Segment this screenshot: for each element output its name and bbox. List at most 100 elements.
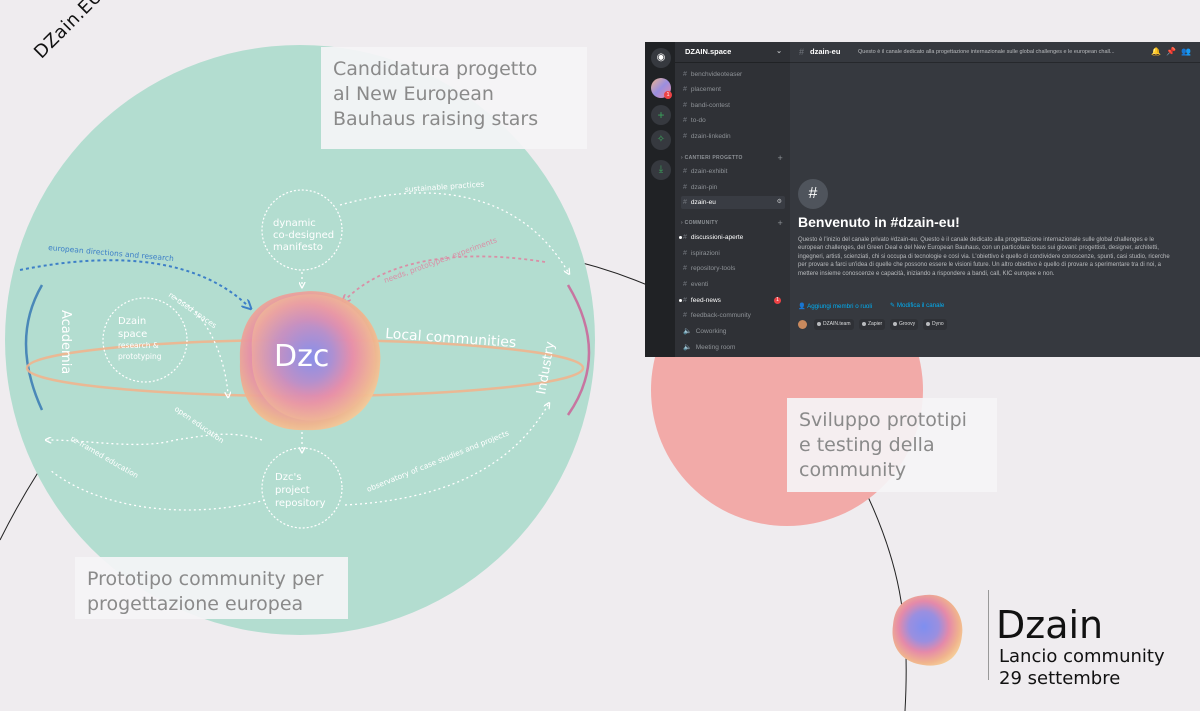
channel-sidebar: DZAIN.space ⌄ # benchvideoteaser # placemen… <box>675 42 790 357</box>
channel-label: feed-news <box>690 297 721 304</box>
callout-line: Bauhaus raising stars <box>333 108 539 130</box>
repository-line2: project <box>275 485 310 496</box>
bot-chip[interactable]: Zapier <box>859 319 886 330</box>
topbar-channel-name: dzain-eu <box>810 47 841 56</box>
channel-label: benchvideoteaser <box>690 71 743 78</box>
download-icon[interactable]: ⤓ <box>651 160 671 180</box>
channel-item[interactable]: # bandi-contest <box>683 99 785 112</box>
manifesto-line3: manifesto <box>273 242 323 253</box>
pin-icon[interactable]: 📌 <box>1166 47 1181 56</box>
bot-chip[interactable]: DZAIN.team <box>814 319 854 330</box>
category-community[interactable]: › COMMUNITY + <box>681 218 785 228</box>
hash-icon: # <box>799 47 805 57</box>
bot-name: Zapier <box>868 321 883 327</box>
channel-item[interactable]: # dzain-pin <box>683 181 785 194</box>
channel-item[interactable]: # dzain-exhibit <box>683 165 785 178</box>
channel-item[interactable]: # dzain-linkedin <box>683 130 785 143</box>
callout-line: Prototipo community per <box>87 568 324 590</box>
discord-window: ◉ 1 + ✧ ⤓ DZAIN.space ⌄ # benchvideoteaser… <box>645 42 1200 357</box>
hash-icon: # <box>683 234 687 241</box>
channel-item[interactable]: # to-do <box>683 114 785 127</box>
hash-icon: # <box>683 168 687 175</box>
hash-icon: # <box>683 265 687 272</box>
edit-channel-link[interactable]: ✎ Modifica il canale <box>890 302 944 309</box>
channel-label: bandi-contest <box>690 102 730 109</box>
callout-prototipo: Prototipo community per progettazione eu… <box>75 557 348 619</box>
channel-item[interactable]: # eventi <box>683 278 785 291</box>
callout-candidatura: Candidatura progetto al New European Bau… <box>321 47 587 149</box>
launch-date: 29 settembre <box>999 668 1121 689</box>
speaker-icon: 🔈 <box>683 328 692 335</box>
hash-icon: # <box>683 312 687 319</box>
discord-home-icon[interactable]: ◉ <box>651 48 671 68</box>
launch-line: Lancio community <box>999 646 1165 667</box>
chevron-down-icon: ⌄ <box>776 48 782 55</box>
topbar-icons[interactable]: 🔔📌👥 <box>1151 42 1196 62</box>
channel-main: # dzain-eu Questo è il canale dedicato a… <box>790 42 1200 357</box>
repository-line3: repository <box>275 498 326 509</box>
callout-sviluppo: Sviluppo prototipi e testing della commu… <box>787 398 997 492</box>
bell-icon[interactable]: 🔔 <box>1151 47 1166 56</box>
channel-item[interactable]: # feed-news 1 <box>679 294 785 307</box>
server-header[interactable]: DZAIN.space ⌄ <box>675 42 790 63</box>
channel-topbar: # dzain-eu Questo è il canale dedicato a… <box>790 42 1200 63</box>
channel-label: placement <box>690 86 721 93</box>
add-server-icon[interactable]: + <box>651 105 671 125</box>
hash-icon: # <box>683 297 687 304</box>
callout-line: progettazione europea <box>87 593 304 615</box>
callout-line: Candidatura progetto <box>333 58 538 80</box>
launch-text: Lancio community 29 settembre <box>999 646 1165 690</box>
hash-icon: # <box>683 281 687 288</box>
hash-icon: # <box>683 133 687 140</box>
voice-channel-item[interactable]: 🔈 Meeting room <box>683 341 785 354</box>
channel-label: to-do <box>690 117 706 124</box>
server-name: DZAIN.space <box>685 47 732 56</box>
add-channel-icon[interactable]: + <box>777 218 783 228</box>
channel-item[interactable]: # ispirazioni <box>683 247 785 260</box>
repository-line1: Dzc's <box>275 472 301 483</box>
channel-item-active[interactable]: # dzain-eu ⚙ <box>681 196 785 209</box>
callout-line: community <box>799 459 907 481</box>
mention-badge: 1 <box>774 297 781 304</box>
add-members-link[interactable]: 👤 Aggiungi membri o ruoli <box>798 302 872 310</box>
explore-icon[interactable]: ✧ <box>651 130 671 150</box>
channel-item[interactable]: # discussioni-aperte <box>679 231 785 244</box>
space-line1: Dzain <box>118 316 146 327</box>
edit-channel-label: Modifica il canale <box>896 302 945 309</box>
bot-chip[interactable]: Dyno <box>923 319 947 330</box>
welcome-title: Benvenuto in #dzain-eu! <box>798 214 960 230</box>
callout-line: Sviluppo prototipi <box>799 409 967 431</box>
category-label: CANTIERI PROGETTO <box>684 155 743 161</box>
settings-icon[interactable]: ⚙ <box>777 196 782 209</box>
space-line4: prototyping <box>118 352 162 361</box>
bot-chip[interactable]: Groovy <box>890 319 919 330</box>
channel-label: Meeting room <box>695 344 736 351</box>
channel-label: dzain-linkedin <box>690 133 731 140</box>
hash-icon: # <box>683 117 687 124</box>
center-label: Dzc <box>274 339 330 374</box>
logo-wordmark: Dzain <box>996 603 1104 647</box>
welcome-description: Questo è l'inizio del canale privato #dz… <box>798 237 1170 277</box>
category-label: COMMUNITY <box>684 220 719 226</box>
topbar-topic[interactable]: Questo è il canale dedicato alla progett… <box>858 42 1148 62</box>
members-icon[interactable]: 👥 <box>1181 47 1196 56</box>
avatar <box>798 320 807 329</box>
speaker-icon: 🔈 <box>683 344 692 351</box>
hash-icon: # <box>683 184 687 191</box>
channel-label: dzain-pin <box>690 184 718 191</box>
channel-item[interactable]: # repository-tools <box>683 262 785 275</box>
channel-item[interactable]: # benchvideoteaser <box>683 68 785 81</box>
channel-item[interactable]: # feedback-community <box>683 309 785 322</box>
channel-label: feedback-community <box>690 312 751 319</box>
add-channel-icon[interactable]: + <box>777 153 783 163</box>
channel-label: Coworking <box>695 328 727 335</box>
voice-channel-item[interactable]: 🔈 Coworking <box>683 325 785 338</box>
channel-label: discussioni-aperte <box>690 234 744 241</box>
bot-name: Dyno <box>932 321 944 327</box>
channel-item[interactable]: # placement <box>683 83 785 96</box>
channel-label: repository-tools <box>690 265 736 272</box>
unread-dot <box>679 236 682 239</box>
space-line2: space <box>118 329 147 340</box>
category-cantieri[interactable]: › CANTIERI PROGETTO + <box>681 153 785 163</box>
hash-icon: # <box>683 102 687 109</box>
